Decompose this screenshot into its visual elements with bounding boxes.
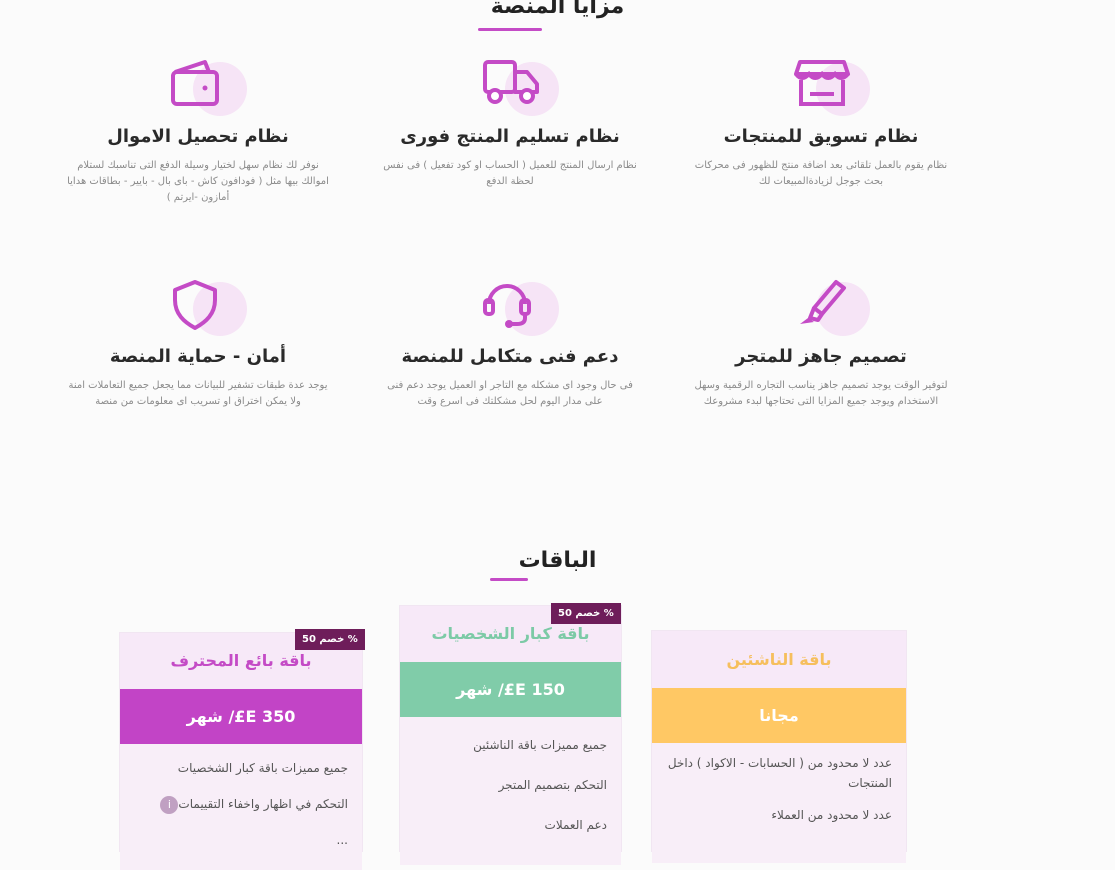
plan-price: 350 E£/ شهر	[120, 689, 362, 744]
feature-card-security: أمان - حماية المنصة يوجد عدة طبقات تشفير…	[58, 278, 338, 410]
plan-name-text: باقة بائع المحترف	[170, 651, 312, 670]
plan-name: باقة الناشئين	[652, 631, 906, 688]
list-item: دعم العملات	[544, 818, 607, 832]
feature-title: نظام تسليم المنتج فورى	[400, 126, 620, 147]
feature-card-support: دعم فنى متكامل للمنصة فى حال وجود اى مشك…	[370, 278, 650, 410]
feature-card-payments: نظام تحصيل الاموال نوفر لك نظام سهل لختي…	[58, 58, 338, 206]
discount-badge: خصم 50 %	[551, 603, 621, 624]
feature-card-delivery: نظام تسليم المنتج فورى نظام ارسال المنتج…	[370, 58, 650, 190]
features-title: مزايا المنصة	[490, 0, 625, 19]
plan-price: 150 E£/ شهر	[400, 662, 621, 717]
list-item: التحكم بتصميم المتجر	[498, 778, 607, 792]
feature-desc: لتوفير الوقت يوجد تصميم جاهز يناسب التجا…	[694, 380, 948, 407]
list-item: التحكم في اظهار واخفاء التقييماتi	[134, 786, 348, 822]
feature-desc: فى حال وجود اى مشكله مع التاجر او العميل…	[387, 380, 633, 407]
feature-desc: نوفر لك نظام سهل لختيار وسيلة الدفع التى…	[67, 160, 329, 203]
list-item: جميع مميزات باقة الناشئين	[473, 738, 607, 752]
feature-title: نظام تسويق للمنتجات	[723, 126, 919, 147]
shield-icon	[153, 278, 247, 340]
list-item: عدد لا محدود من ( الحسابات - الاكواد ) د…	[667, 756, 892, 790]
plan-features: عدد لا محدود من ( الحسابات - الاكواد ) د…	[652, 743, 906, 863]
feature-title: أمان - حماية المنصة	[109, 346, 287, 367]
plan-card-pro[interactable]: باقة بائع المحترف 350 E£/ شهر جميع مميزا…	[119, 632, 363, 870]
list-item: جميع مميزات باقة كبار الشخصيات	[177, 761, 348, 775]
feature-card-marketing: نظام تسويق للمنتجات نظام يقوم بالعمل تلق…	[681, 58, 961, 190]
feature-title: نظام تحصيل الاموال	[107, 126, 289, 147]
list-item: عدد لا محدود من العملاء	[771, 808, 892, 822]
highlighter-icon	[776, 278, 870, 340]
store-icon	[776, 58, 870, 120]
feature-desc: يوجد عدة طبقات تشفير للبيانات مما يجعل ج…	[68, 380, 328, 407]
info-icon[interactable]: i	[160, 795, 179, 814]
list-item-text: التحكم في اظهار واخفاء التقييمات	[178, 797, 348, 811]
plan-features: جميع مميزات باقة كبار الشخصيات التحكم في…	[120, 744, 362, 870]
truck-icon	[465, 58, 559, 120]
plan-card-vip[interactable]: باقة كبار الشخصيات 150 E£/ شهر جميع مميز…	[399, 605, 622, 865]
feature-desc: نظام يقوم بالعمل تلقائى بعد اضافة منتج ل…	[694, 160, 948, 187]
title-underline	[478, 28, 542, 31]
feature-title: دعم فنى متكامل للمنصة	[401, 346, 619, 367]
plan-card-starter[interactable]: باقة الناشئين مجانا عدد لا محدود من ( ال…	[651, 630, 907, 863]
feature-desc: نظام ارسال المنتج للعميل ( الحساب او كود…	[383, 160, 637, 187]
feature-card-design: تصميم جاهز للمتجر لتوفير الوقت يوجد تصمي…	[681, 278, 961, 410]
feature-title: تصميم جاهز للمتجر	[735, 346, 907, 367]
plan-features: جميع مميزات باقة الناشئين التحكم بتصميم …	[400, 717, 621, 865]
discount-badge: خصم 50 %	[295, 629, 365, 650]
headset-icon	[465, 278, 559, 340]
plan-price: مجانا	[652, 688, 906, 743]
wallet-icon	[153, 58, 247, 120]
pricing-title: الباقات	[518, 548, 597, 573]
plan-name-text: باقة الناشئين	[726, 650, 832, 669]
list-item: ...	[336, 833, 348, 847]
title-underline	[490, 578, 528, 581]
plan-name-text: باقة كبار الشخصيات	[431, 624, 590, 643]
